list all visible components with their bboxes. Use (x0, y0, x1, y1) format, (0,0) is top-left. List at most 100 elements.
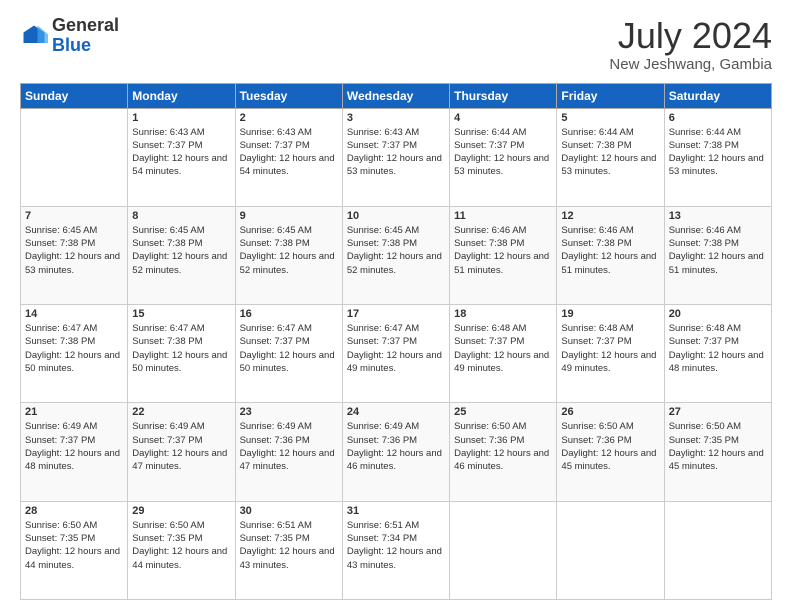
sunrise: Sunrise: 6:47 AM (132, 323, 204, 334)
sunrise: Sunrise: 6:44 AM (454, 127, 526, 138)
daylight: Daylight: 12 hours and 46 minutes. (347, 448, 442, 472)
calendar-cell: 3 Sunrise: 6:43 AM Sunset: 7:37 PM Daylig… (342, 108, 449, 206)
day-info: Sunrise: 6:45 AM Sunset: 7:38 PM Dayligh… (347, 224, 445, 277)
day-number: 8 (132, 210, 230, 222)
daylight: Daylight: 12 hours and 43 minutes. (240, 546, 335, 570)
sunset: Sunset: 7:35 PM (132, 533, 202, 544)
day-info: Sunrise: 6:50 AM Sunset: 7:35 PM Dayligh… (669, 420, 767, 473)
header: General Blue July 2024 New Jeshwang, Gam… (20, 16, 772, 73)
day-info: Sunrise: 6:43 AM Sunset: 7:37 PM Dayligh… (132, 126, 230, 179)
day-number: 1 (132, 112, 230, 124)
calendar-week: 21Sunrise: 6:49 AM Sunset: 7:37 PM Dayli… (21, 403, 772, 501)
day-number: 6 (669, 112, 767, 124)
daylight: Daylight: 12 hours and 44 minutes. (25, 546, 120, 570)
daylight: Daylight: 12 hours and 53 minutes. (669, 153, 764, 177)
day-info: Sunrise: 6:47 AM Sunset: 7:38 PM Dayligh… (25, 322, 123, 375)
logo-icon (20, 22, 48, 50)
sunrise: Sunrise: 6:48 AM (669, 323, 741, 334)
calendar-cell: 9Sunrise: 6:45 AM Sunset: 7:38 PM Daylig… (235, 206, 342, 304)
calendar-cell: 21Sunrise: 6:49 AM Sunset: 7:37 PM Dayli… (21, 403, 128, 501)
calendar-cell: 28Sunrise: 6:50 AM Sunset: 7:35 PM Dayli… (21, 501, 128, 599)
calendar-cell: 24Sunrise: 6:49 AM Sunset: 7:36 PM Dayli… (342, 403, 449, 501)
day-number: 31 (347, 505, 445, 517)
sunrise: Sunrise: 6:49 AM (347, 421, 419, 432)
day-number: 4 (454, 112, 552, 124)
sunset: Sunset: 7:35 PM (669, 435, 739, 446)
day-info: Sunrise: 6:48 AM Sunset: 7:37 PM Dayligh… (669, 322, 767, 375)
day-info: Sunrise: 6:51 AM Sunset: 7:35 PM Dayligh… (240, 519, 338, 572)
daylight: Daylight: 12 hours and 50 minutes. (132, 350, 227, 374)
day-info: Sunrise: 6:51 AM Sunset: 7:34 PM Dayligh… (347, 519, 445, 572)
calendar-cell: 5Sunrise: 6:44 AM Sunset: 7:38 PM Daylig… (557, 108, 664, 206)
sunset: Sunset: 7:37 PM (669, 336, 739, 347)
sunset: Sunset: 7:37 PM (132, 435, 202, 446)
calendar-cell: 16Sunrise: 6:47 AM Sunset: 7:37 PM Dayli… (235, 305, 342, 403)
sunset: Sunset: 7:37 PM (240, 336, 310, 347)
day-info: Sunrise: 6:47 AM Sunset: 7:37 PM Dayligh… (240, 322, 338, 375)
sunrise: Sunrise: 6:45 AM (132, 225, 204, 236)
weekday-header: Monday (128, 83, 235, 108)
calendar-cell: 8Sunrise: 6:45 AM Sunset: 7:38 PM Daylig… (128, 206, 235, 304)
sunset: Sunset: 7:37 PM (347, 140, 417, 151)
day-info: Sunrise: 6:49 AM Sunset: 7:37 PM Dayligh… (132, 420, 230, 473)
day-info: Sunrise: 6:50 AM Sunset: 7:36 PM Dayligh… (561, 420, 659, 473)
sunset: Sunset: 7:35 PM (240, 533, 310, 544)
day-info: Sunrise: 6:50 AM Sunset: 7:36 PM Dayligh… (454, 420, 552, 473)
weekday-header: Tuesday (235, 83, 342, 108)
sunset: Sunset: 7:36 PM (561, 435, 631, 446)
day-info: Sunrise: 6:47 AM Sunset: 7:37 PM Dayligh… (347, 322, 445, 375)
calendar-cell: 15 Sunrise: 6:47 AM Sunset: 7:38 PM Dayli… (128, 305, 235, 403)
daylight: Daylight: 12 hours and 51 minutes. (454, 251, 549, 275)
daylight: Daylight: 12 hours and 51 minutes. (669, 251, 764, 275)
sunrise: Sunrise: 6:43 AM (132, 127, 204, 138)
sunset: Sunset: 7:35 PM (25, 533, 95, 544)
daylight: Daylight: 12 hours and 52 minutes. (347, 251, 442, 275)
day-number: 11 (454, 210, 552, 222)
day-number: 17 (347, 308, 445, 320)
day-info: Sunrise: 6:43 AM Sunset: 7:37 PM Dayligh… (347, 126, 445, 179)
sunset: Sunset: 7:38 PM (347, 238, 417, 249)
calendar-cell (21, 108, 128, 206)
day-info: Sunrise: 6:49 AM Sunset: 7:36 PM Dayligh… (347, 420, 445, 473)
day-info: Sunrise: 6:45 AM Sunset: 7:38 PM Dayligh… (240, 224, 338, 277)
daylight: Daylight: 12 hours and 47 minutes. (132, 448, 227, 472)
day-number: 20 (669, 308, 767, 320)
sunrise: Sunrise: 6:49 AM (132, 421, 204, 432)
sunrise: Sunrise: 6:51 AM (347, 520, 419, 531)
sunset: Sunset: 7:37 PM (454, 140, 524, 151)
day-info: Sunrise: 6:46 AM Sunset: 7:38 PM Dayligh… (561, 224, 659, 277)
day-info: Sunrise: 6:50 AM Sunset: 7:35 PM Dayligh… (132, 519, 230, 572)
sunset: Sunset: 7:37 PM (454, 336, 524, 347)
daylight: Daylight: 12 hours and 53 minutes. (561, 153, 656, 177)
sunrise: Sunrise: 6:50 AM (25, 520, 97, 531)
weekday-header: Saturday (664, 83, 771, 108)
sunrise: Sunrise: 6:47 AM (25, 323, 97, 334)
sunset: Sunset: 7:38 PM (132, 238, 202, 249)
sunrise: Sunrise: 6:43 AM (347, 127, 419, 138)
day-number: 3 (347, 112, 445, 124)
sunrise: Sunrise: 6:49 AM (25, 421, 97, 432)
calendar-cell: 1 Sunrise: 6:43 AM Sunset: 7:37 PM Daylig… (128, 108, 235, 206)
sunset: Sunset: 7:38 PM (25, 238, 95, 249)
sunset: Sunset: 7:38 PM (561, 140, 631, 151)
daylight: Daylight: 12 hours and 53 minutes. (25, 251, 120, 275)
sunset: Sunset: 7:36 PM (240, 435, 310, 446)
calendar-cell (450, 501, 557, 599)
calendar-cell (664, 501, 771, 599)
sunset: Sunset: 7:38 PM (240, 238, 310, 249)
day-info: Sunrise: 6:44 AM Sunset: 7:38 PM Dayligh… (669, 126, 767, 179)
calendar-week: 14Sunrise: 6:47 AM Sunset: 7:38 PM Dayli… (21, 305, 772, 403)
daylight: Daylight: 12 hours and 50 minutes. (240, 350, 335, 374)
sunrise: Sunrise: 6:50 AM (669, 421, 741, 432)
sunset: Sunset: 7:37 PM (240, 140, 310, 151)
day-number: 18 (454, 308, 552, 320)
day-number: 25 (454, 406, 552, 418)
sunrise: Sunrise: 6:51 AM (240, 520, 312, 531)
sunset: Sunset: 7:36 PM (454, 435, 524, 446)
day-info: Sunrise: 6:44 AM Sunset: 7:37 PM Dayligh… (454, 126, 552, 179)
calendar-cell: 12Sunrise: 6:46 AM Sunset: 7:38 PM Dayli… (557, 206, 664, 304)
day-info: Sunrise: 6:47 AM Sunset: 7:38 PM Dayligh… (132, 322, 230, 375)
day-number: 15 (132, 308, 230, 320)
day-number: 7 (25, 210, 123, 222)
calendar-cell: 30Sunrise: 6:51 AM Sunset: 7:35 PM Dayli… (235, 501, 342, 599)
